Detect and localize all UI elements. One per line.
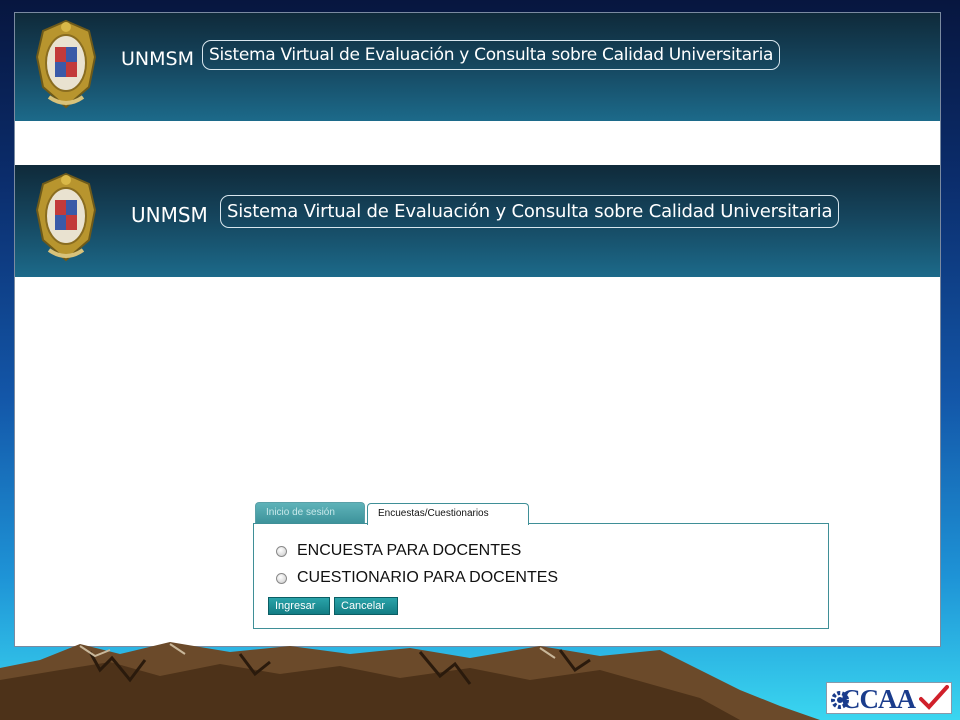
option-teacher-survey[interactable]: ENCUESTA PARA DOCENTES [276,542,521,560]
radio-button[interactable] [276,545,287,557]
option-label: ENCUESTA PARA DOCENTES [297,542,522,559]
tab-login[interactable]: Inicio de sesión [255,502,365,523]
system-title: Sistema Virtual de Evaluación y Consulta… [220,195,840,228]
ccaa-logo: CCAA [826,682,952,714]
brand-label: UNMSM [121,48,194,70]
tab-surveys[interactable]: Encuestas/Cuestionarios [367,503,529,525]
brand-label: UNMSM [131,203,208,227]
checkmark-icon [919,685,949,710]
ccaa-logo-text: CCAA [841,684,916,714]
radio-button[interactable] [276,572,287,584]
system-title: Sistema Virtual de Evaluación y Consulta… [202,40,781,70]
university-crest-icon [35,19,97,109]
header-banner-bottom: UNMSM Sistema Virtual de Evaluación y Co… [15,165,940,277]
option-teacher-questionnaire[interactable]: CUESTIONARIO PARA DOCENTES [276,569,558,587]
option-label: CUESTIONARIO PARA DOCENTES [297,569,559,586]
header-banner-top: UNMSM Sistema Virtual de Evaluación y Co… [15,13,940,121]
mountains-decoration [0,642,820,720]
tab-bar: Inicio de sesión Encuestas/Cuestionarios [255,502,555,525]
submit-button[interactable]: Ingresar [268,597,330,615]
cancel-button[interactable]: Cancelar [334,597,398,615]
survey-form: ENCUESTA PARA DOCENTES CUESTIONARIO PARA… [253,523,829,629]
slide-panel: UNMSM Sistema Virtual de Evaluación y Co… [14,12,941,647]
university-crest-icon [35,172,97,262]
